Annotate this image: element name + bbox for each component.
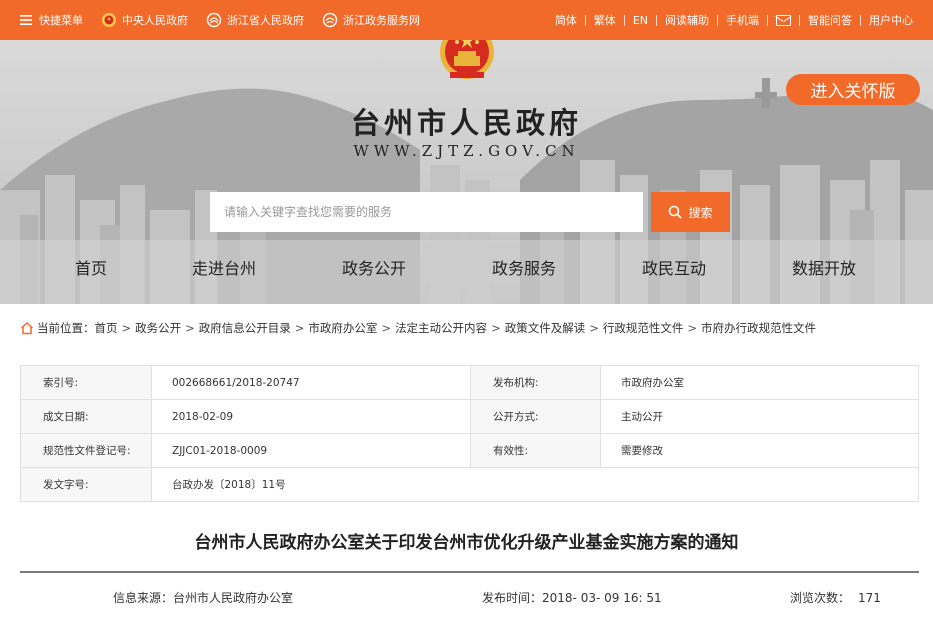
- simplified-chinese-link[interactable]: 简体: [547, 12, 585, 28]
- table-row: 发文字号: 台政办发〔2018〕11号: [20, 467, 919, 502]
- breadcrumb-item[interactable]: 首页: [95, 320, 118, 336]
- english-link[interactable]: EN: [625, 14, 656, 27]
- breadcrumb-prefix: 当前位置：: [37, 321, 95, 335]
- breadcrumb-separator: >: [589, 321, 599, 335]
- source-label: 信息来源：: [113, 591, 174, 605]
- site-title: 台州市人民政府: [350, 106, 582, 140]
- smart-qa-link[interactable]: 智能问答: [800, 12, 860, 28]
- breadcrumb-item[interactable]: 市府办行政规范性文件: [701, 320, 816, 336]
- open-mode-label: 公开方式:: [470, 399, 601, 434]
- breadcrumb-item[interactable]: 市政府办公室: [308, 320, 377, 336]
- date-value: 2018-02-09: [151, 399, 471, 434]
- registration-value: ZJJC01-2018-0009: [151, 433, 471, 468]
- nav-home[interactable]: 首页: [75, 255, 107, 279]
- nav-gov-services[interactable]: 政务服务: [492, 255, 556, 279]
- zhejiang-gov-label: 浙江省人民政府: [227, 14, 304, 27]
- breadcrumb-item[interactable]: 法定主动公开内容: [395, 320, 487, 336]
- nav-interaction[interactable]: 政民互动: [642, 255, 706, 279]
- document-info-table: 索引号: 002668661/2018-20747 发布机构: 市政府办公室 成…: [20, 365, 919, 502]
- service-logo-icon: [322, 12, 338, 28]
- main-nav: 首页 走进台州 政务公开 政务服务 政民互动 数据开放: [0, 255, 933, 285]
- search-input[interactable]: 请输入关键字查找您需要的服务: [210, 192, 643, 232]
- top-bar: 快捷菜单 中央人民政府 浙江省人民政府 浙江政务服务网 简体 繁体 EN 阅读辅…: [0, 0, 933, 40]
- publish-time-label: 发布时间：: [482, 591, 543, 605]
- mail-link[interactable]: [768, 14, 799, 27]
- breadcrumb-item[interactable]: 政府信息公开目录: [199, 320, 291, 336]
- nav-about-taizhou[interactable]: 走进台州: [192, 255, 256, 279]
- article-views: 浏览次数： 171: [790, 589, 881, 606]
- date-label: 成文日期:: [20, 399, 152, 434]
- issuer-value: 市政府办公室: [600, 365, 919, 400]
- views-label: 浏览次数：: [790, 591, 851, 605]
- breadcrumb-item[interactable]: 政务公开: [135, 320, 181, 336]
- mobile-link[interactable]: 手机端: [718, 12, 767, 28]
- care-mode-button[interactable]: 进入关怀版: [786, 74, 920, 105]
- source-value: 台州市人民政府办公室: [173, 591, 294, 605]
- emblem-icon: [102, 13, 116, 27]
- index-label: 索引号:: [20, 365, 152, 400]
- zhejiang-gov-link[interactable]: 浙江省人民政府: [206, 12, 304, 28]
- reading-aid-link[interactable]: 阅读辅助: [657, 12, 717, 28]
- registration-label: 规范性文件登记号:: [20, 433, 152, 468]
- title-divider: [20, 571, 919, 573]
- breadcrumb-separator: >: [381, 321, 392, 335]
- zhejiang-service-label: 浙江政务服务网: [343, 14, 420, 27]
- breadcrumb-separator: >: [294, 321, 305, 335]
- central-gov-label: 中央人民政府: [122, 14, 188, 27]
- breadcrumb-separator: >: [185, 321, 195, 335]
- national-emblem-icon: [440, 40, 494, 79]
- breadcrumb-separator: >: [687, 321, 697, 335]
- article-publish-time: 发布时间：2018- 03- 09 16: 51: [482, 589, 662, 606]
- home-icon: [20, 321, 34, 335]
- breadcrumb-item[interactable]: 政策文件及解读: [505, 320, 586, 336]
- table-row: 成文日期: 2018-02-09 公开方式: 主动公开: [20, 399, 919, 434]
- table-row: 索引号: 002668661/2018-20747 发布机构: 市政府办公室: [20, 365, 919, 400]
- article-title: 台州市人民政府办公室关于印发台州市优化升级产业基金实施方案的通知: [194, 533, 739, 553]
- article-source: 信息来源：台州市人民政府办公室: [113, 589, 293, 606]
- site-url: WWW.ZJTZ.GOV.CN: [353, 142, 580, 160]
- search-button[interactable]: 搜索: [651, 192, 730, 232]
- publish-time-value: 2018- 03- 09 16: 51: [542, 591, 662, 605]
- top-bar-left: 快捷菜单 中央人民政府 浙江省人民政府 浙江政务服务网: [18, 0, 438, 40]
- validity-value: 需要修改: [600, 433, 919, 468]
- traditional-chinese-link[interactable]: 繁体: [586, 12, 624, 28]
- mail-icon: [776, 15, 791, 26]
- index-value: 002668661/2018-20747: [151, 365, 471, 400]
- breadcrumb-separator: >: [121, 321, 132, 335]
- zhejiang-service-link[interactable]: 浙江政务服务网: [322, 12, 420, 28]
- top-bar-right: 简体 繁体 EN 阅读辅助 手机端 智能问答 用户中心: [547, 0, 921, 40]
- issuer-label: 发布机构:: [470, 365, 601, 400]
- nav-gov-affairs-open[interactable]: 政务公开: [342, 255, 406, 279]
- search-icon: [669, 205, 683, 219]
- views-value: 171: [858, 591, 881, 605]
- breadcrumb-item[interactable]: 行政规范性文件: [603, 320, 684, 336]
- quick-menu-link[interactable]: 快捷菜单: [18, 12, 83, 28]
- user-center-link[interactable]: 用户中心: [861, 12, 921, 28]
- zhejiang-logo-icon: [206, 12, 222, 28]
- menu-icon: [20, 15, 32, 25]
- validity-label: 有效性:: [470, 433, 601, 468]
- open-mode-value: 主动公开: [600, 399, 919, 434]
- search-button-label: 搜索: [688, 205, 713, 220]
- table-row: 规范性文件登记号: ZJJC01-2018-0009 有效性: 需要修改: [20, 433, 919, 468]
- breadcrumb: 当前位置： 首页 > 政务公开 > 政府信息公开目录 > 市政府办公室 > 法定…: [20, 319, 816, 337]
- header-banner: 台州市人民政府 WWW.ZJTZ.GOV.CN 进入关怀版 请输入关键字查找您需…: [0, 40, 933, 304]
- central-gov-link[interactable]: 中央人民政府: [101, 12, 188, 28]
- doc-number-value: 台政办发〔2018〕11号: [151, 467, 919, 502]
- doc-number-label: 发文字号:: [20, 467, 152, 502]
- breadcrumb-separator: >: [491, 321, 501, 335]
- nav-open-data[interactable]: 数据开放: [792, 255, 856, 279]
- quick-menu-label: 快捷菜单: [39, 14, 83, 27]
